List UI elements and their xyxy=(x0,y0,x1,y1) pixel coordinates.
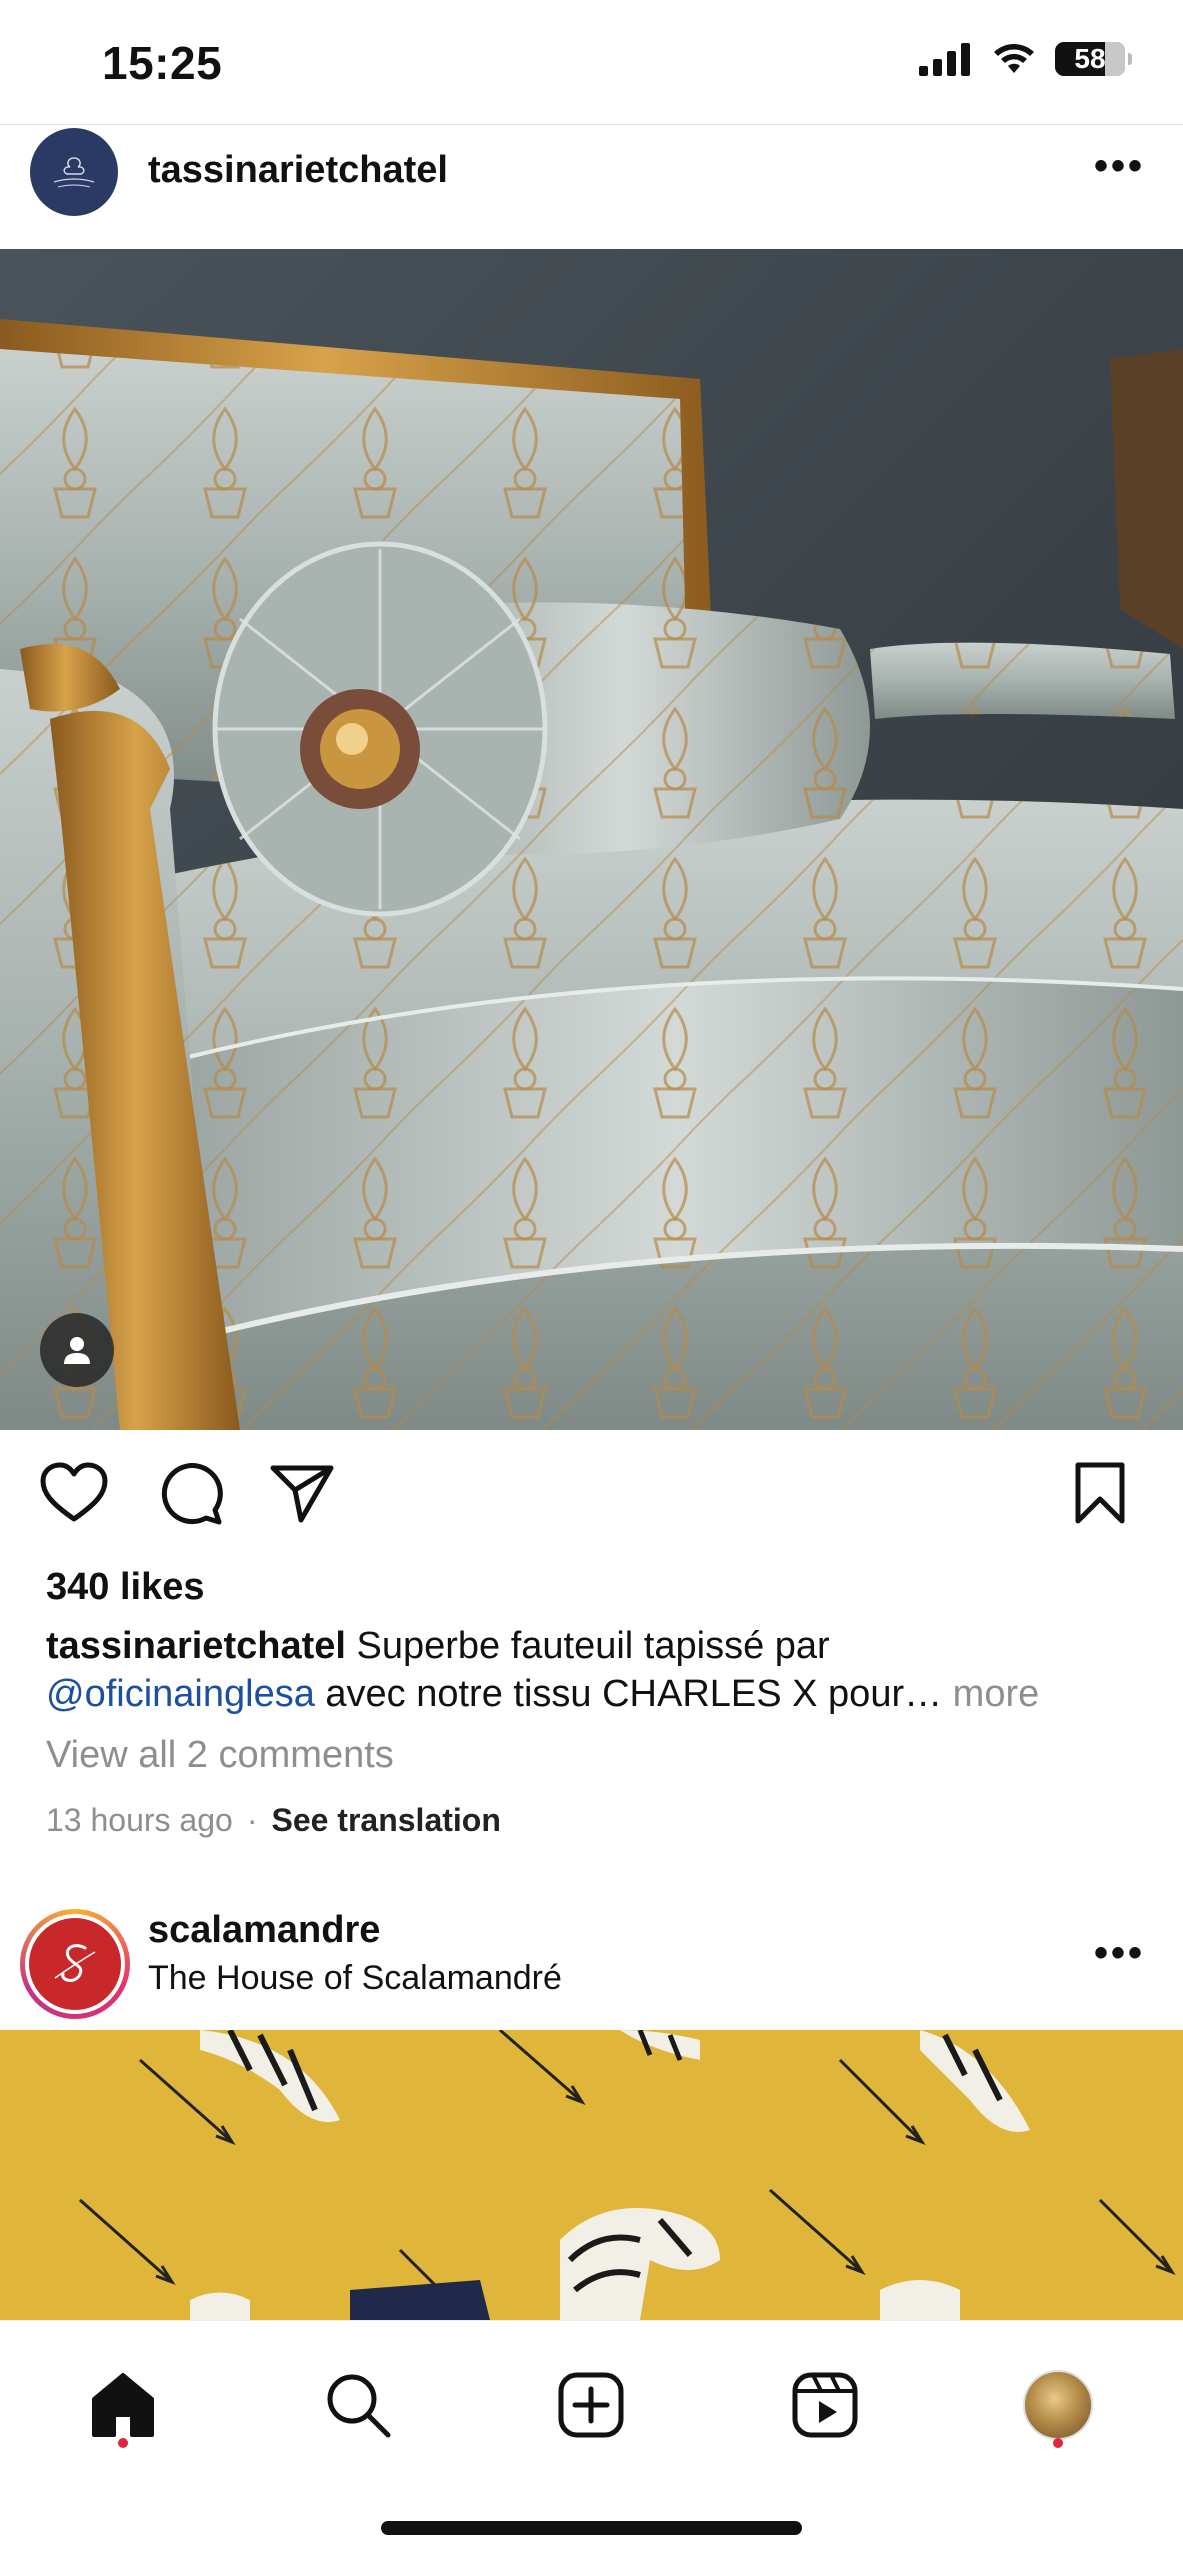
tagged-users-button[interactable] xyxy=(40,1313,114,1387)
nav-search[interactable] xyxy=(310,2357,406,2453)
post-username[interactable]: tassinarietchatel xyxy=(148,149,448,192)
cellular-signal-icon xyxy=(919,43,970,76)
paper-plane-icon xyxy=(270,1465,334,1523)
comment-icon xyxy=(161,1463,223,1525)
zebra-wallpaper-photo xyxy=(0,2030,1183,2320)
nav-reels[interactable] xyxy=(777,2357,873,2453)
more-options-icon[interactable]: ••• xyxy=(1094,1931,1145,1976)
likes-count[interactable]: 340 likes xyxy=(46,1566,204,1609)
heart-icon xyxy=(40,1462,108,1522)
wifi-icon xyxy=(994,44,1034,73)
tassinari-chatel-logo-icon xyxy=(53,157,95,188)
profile-notification-dot xyxy=(1053,2438,1063,2448)
caption-more-link[interactable]: more xyxy=(942,1673,1040,1715)
profile-avatar xyxy=(1023,2370,1093,2440)
battery-indicator: 58 xyxy=(1055,42,1132,76)
share-button[interactable] xyxy=(264,1455,340,1531)
bookmark-icon xyxy=(1075,1462,1125,1524)
view-comments-link[interactable]: View all 2 comments xyxy=(46,1734,394,1777)
caption-mention-link[interactable]: @oficinainglesa xyxy=(46,1673,315,1715)
status-time: 15:25 xyxy=(102,37,223,89)
person-icon xyxy=(64,1337,90,1364)
tassinari-chatel-logo-avatar[interactable] xyxy=(30,128,118,216)
status-bar: 15:25 58 xyxy=(0,0,1183,124)
armchair-photo xyxy=(0,249,1183,1430)
like-button[interactable] xyxy=(36,1455,112,1531)
save-button[interactable] xyxy=(1062,1455,1138,1531)
post-actions xyxy=(0,1455,1183,1545)
post-subtitle[interactable]: The House of Scalamandré xyxy=(148,1959,562,1998)
nav-create[interactable] xyxy=(543,2357,639,2453)
post-image[interactable] xyxy=(0,249,1183,1430)
see-translation-link[interactable]: See translation xyxy=(271,1802,500,1839)
caption-text-1: Superbe fauteuil tapissé par xyxy=(345,1625,830,1667)
post-image[interactable] xyxy=(0,2030,1183,2320)
home-indicator[interactable] xyxy=(381,2521,802,2535)
post-username[interactable]: scalamandre xyxy=(148,1909,380,1952)
home-icon xyxy=(92,2373,154,2437)
caption-text-2: avec notre tissu CHARLES X pour… xyxy=(314,1673,943,1715)
caption-username[interactable]: tassinarietchatel xyxy=(46,1625,346,1667)
post-header: tassinarietchatel ••• xyxy=(0,112,1183,232)
reels-icon xyxy=(792,2372,858,2438)
home-notification-dot xyxy=(118,2438,128,2448)
post-header: scalamandre The House of Scalamandré ••• xyxy=(0,1895,1183,2019)
more-options-icon[interactable]: ••• xyxy=(1094,144,1145,189)
meta-separator: · xyxy=(246,1802,258,1838)
comment-button[interactable] xyxy=(152,1455,228,1531)
search-icon xyxy=(327,2374,391,2438)
scalamandre-logo-icon xyxy=(54,1944,96,1982)
post-meta: 13 hours ago · See translation xyxy=(46,1802,501,1839)
post-caption: tassinarietchatel Superbe fauteuil tapis… xyxy=(46,1622,1156,1718)
post-timestamp: 13 hours ago xyxy=(46,1802,233,1838)
scalamandre-avatar[interactable] xyxy=(20,1909,130,2019)
battery-level: 58 xyxy=(1074,43,1106,74)
status-icons: 58 xyxy=(919,42,1132,76)
create-icon xyxy=(558,2372,624,2438)
